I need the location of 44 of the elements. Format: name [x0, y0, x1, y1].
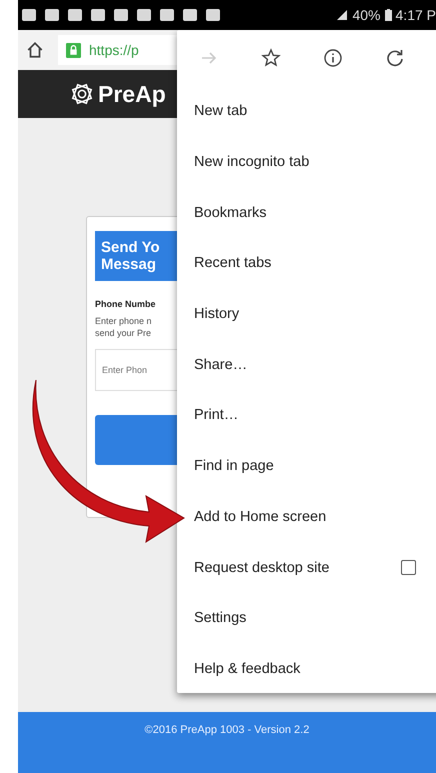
- menu-item-label: Find in page: [194, 458, 274, 474]
- menu-item-label: Print…: [194, 407, 238, 424]
- notification-icon: [91, 9, 105, 21]
- menu-item-label: History: [194, 306, 240, 322]
- help-text: Enter phone n send your Pre: [95, 315, 153, 339]
- info-icon[interactable]: [323, 48, 343, 68]
- menu-item-label: Help & feedback: [194, 660, 300, 677]
- menu-item-label: Settings: [194, 610, 246, 626]
- reload-icon[interactable]: [385, 48, 405, 68]
- menu-item-label: Bookmarks: [194, 204, 267, 221]
- notification-icon: [137, 9, 151, 21]
- checkbox[interactable]: [401, 560, 416, 576]
- home-icon[interactable]: [26, 41, 44, 59]
- menu-item[interactable]: Help & feedback: [177, 644, 436, 694]
- notification-icon: [183, 9, 197, 21]
- menu-item[interactable]: Settings: [177, 592, 436, 644]
- star-icon[interactable]: [261, 48, 281, 68]
- signal-icon: [336, 9, 348, 21]
- notification-icon: [45, 9, 59, 21]
- menu-item-label: Add to Home screen: [194, 508, 326, 525]
- menu-item-label: New tab: [194, 103, 248, 120]
- footer-text: ©2016 PreApp 1003 - Version 2.2: [144, 724, 310, 738]
- battery-icon: [384, 9, 392, 21]
- menu-item[interactable]: Request desktop site: [177, 542, 436, 593]
- menu-item-label: New incognito tab: [194, 154, 310, 170]
- menu-item-label: Request desktop site: [194, 560, 330, 576]
- menu-item[interactable]: History: [177, 288, 436, 340]
- lock-icon: [66, 42, 81, 58]
- notification-icon: [160, 9, 174, 21]
- field-label: Phone Numbe: [95, 299, 157, 309]
- battery-percent: 40%: [352, 7, 381, 23]
- logo-icon: [70, 82, 94, 106]
- notification-icon: [114, 9, 128, 21]
- notification-icon: [206, 9, 220, 21]
- menu-item[interactable]: Add to Home screen: [177, 492, 436, 542]
- menu-item[interactable]: Find in page: [177, 440, 436, 492]
- clock: 4:17 P: [396, 7, 436, 23]
- menu-item[interactable]: New tab: [177, 86, 436, 137]
- menu-item[interactable]: New incognito tab: [177, 136, 436, 188]
- menu-item[interactable]: Print…: [177, 390, 436, 441]
- url-text: https://p: [89, 42, 139, 58]
- logo-text: PreAp: [98, 80, 166, 108]
- notification-icon: [68, 9, 82, 21]
- notification-icon: [22, 9, 36, 21]
